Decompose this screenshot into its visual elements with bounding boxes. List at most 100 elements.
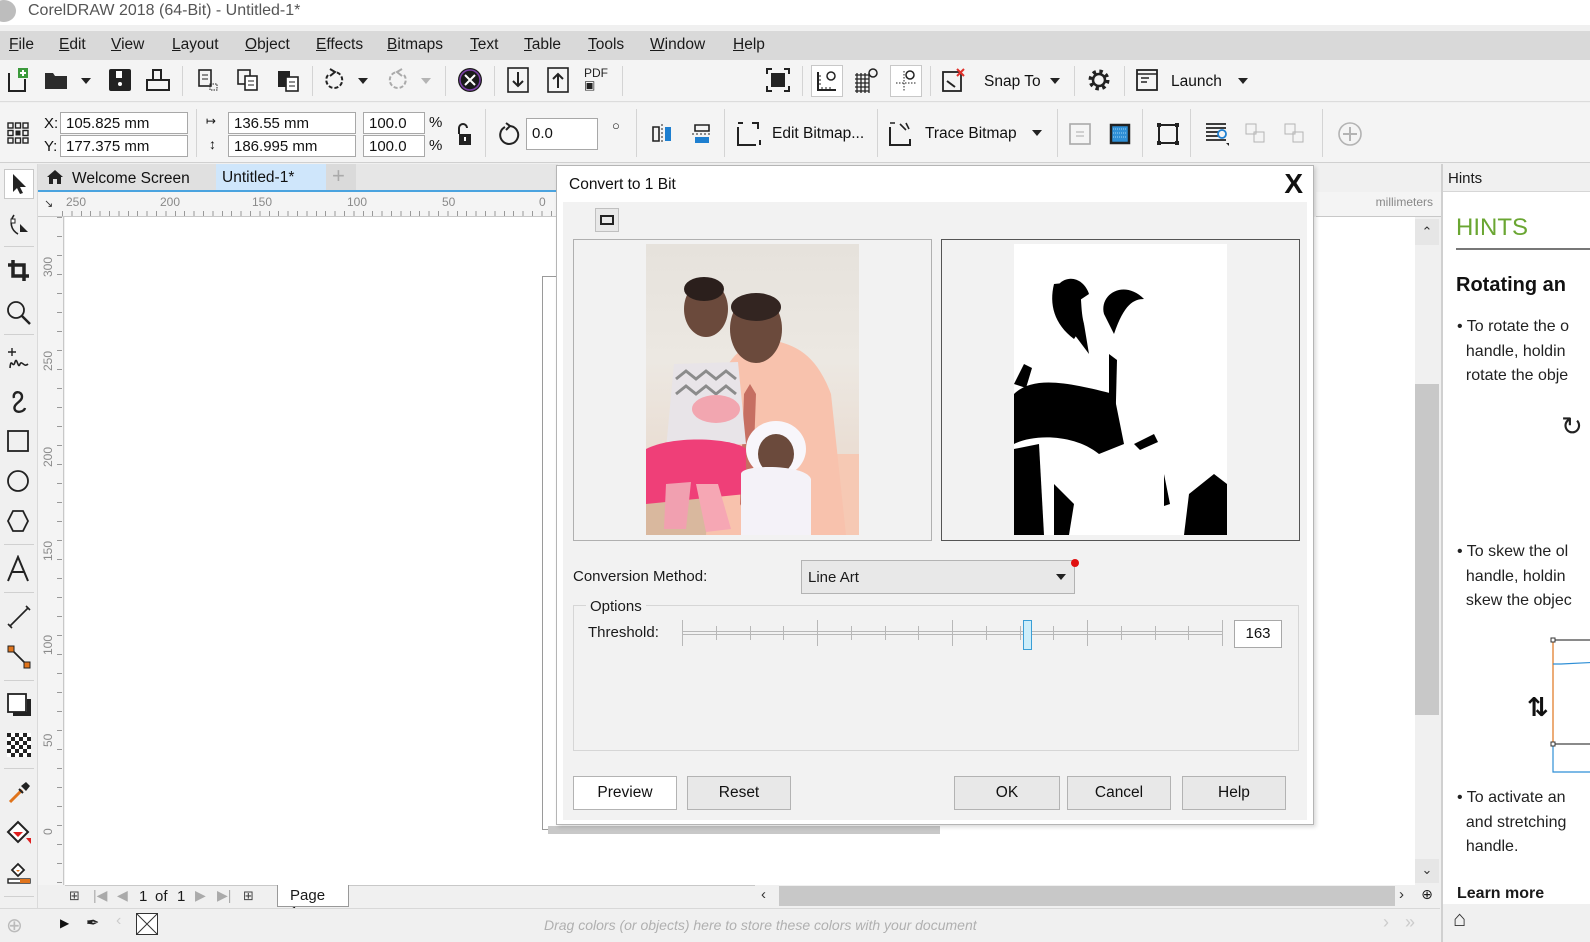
- snap-to-button[interactable]: Snap To: [984, 73, 1041, 91]
- height-input[interactable]: 186.995 mm: [228, 135, 356, 157]
- search-content-icon[interactable]: [456, 66, 484, 94]
- open-recent-dropdown-icon[interactable]: [81, 78, 91, 84]
- reset-button[interactable]: Reset: [687, 776, 791, 810]
- ellipse-tool[interactable]: [4, 466, 34, 496]
- ok-button[interactable]: OK: [954, 776, 1060, 810]
- prev-page-icon[interactable]: ◀: [117, 887, 128, 904]
- import-placeholder-icon[interactable]: [194, 66, 222, 94]
- new-document-icon[interactable]: [4, 66, 32, 94]
- menu-text[interactable]: Text: [470, 36, 498, 54]
- dialog-close-button[interactable]: X: [1284, 170, 1303, 198]
- show-rulers-toggle[interactable]: [811, 65, 843, 97]
- shape-tool[interactable]: [4, 210, 34, 240]
- copy-icon[interactable]: [234, 66, 262, 94]
- cancel-button[interactable]: Cancel: [1067, 776, 1171, 810]
- rectangle-tool[interactable]: [4, 426, 34, 456]
- show-guidelines-toggle[interactable]: [890, 65, 922, 97]
- undo-dropdown-icon[interactable]: [358, 78, 368, 84]
- vertical-scrollbar-thumb[interactable]: [1415, 384, 1439, 715]
- export-icon[interactable]: [544, 66, 572, 94]
- publish-pdf-button[interactable]: PDF ▣: [584, 67, 608, 91]
- add-palette-icon[interactable]: ⊕: [6, 913, 23, 938]
- undo-icon[interactable]: [320, 66, 348, 94]
- horizontal-scrollbar-thumb[interactable]: [779, 886, 1395, 906]
- trace-bitmap-icon[interactable]: [888, 120, 916, 148]
- snap-to-dropdown-icon[interactable]: [1050, 78, 1060, 84]
- preview-button[interactable]: Preview: [573, 776, 677, 810]
- color-eyedropper-tool[interactable]: [4, 778, 34, 808]
- add-page-before-icon[interactable]: ⊞: [69, 888, 80, 904]
- threshold-slider[interactable]: [682, 618, 1223, 650]
- page-tab[interactable]: Page 1: [277, 885, 349, 921]
- no-color-swatch[interactable]: [136, 913, 158, 935]
- horizontal-scrollbar[interactable]: ‹ ›: [757, 885, 1415, 907]
- connector-tool[interactable]: [4, 642, 34, 672]
- palette-flyout-icon[interactable]: ▶: [60, 916, 69, 930]
- options-gear-icon[interactable]: [1085, 66, 1113, 94]
- to-back-icon[interactable]: [1281, 120, 1309, 148]
- print-icon[interactable]: [144, 66, 172, 94]
- width-input[interactable]: 136.55 mm: [228, 112, 356, 134]
- wrap-text-icon[interactable]: [1203, 120, 1231, 148]
- crop-tool[interactable]: [4, 256, 34, 286]
- hints-home-icon[interactable]: ⌂: [1453, 906, 1466, 932]
- to-front-icon[interactable]: [1242, 120, 1270, 148]
- conversion-method-dropdown[interactable]: Line Art: [801, 560, 1075, 594]
- scroll-left-button[interactable]: ‹: [761, 886, 766, 903]
- snap-off-icon[interactable]: [940, 66, 968, 94]
- help-button[interactable]: Help: [1182, 776, 1286, 810]
- resample-icon[interactable]: [1066, 120, 1094, 148]
- interactive-fill-tool[interactable]: [4, 818, 34, 848]
- menu-file[interactable]: File: [9, 36, 34, 54]
- pick-tool[interactable]: [4, 169, 34, 199]
- open-folder-icon[interactable]: [42, 66, 70, 94]
- vertical-scrollbar[interactable]: ⌃ ⌄: [1415, 217, 1439, 885]
- tab-untitled-1[interactable]: Untitled-1*: [216, 164, 326, 190]
- rotation-angle-input[interactable]: 0.0: [526, 118, 598, 150]
- crop-bitmap-icon[interactable]: [1106, 120, 1134, 148]
- result-preview-pane[interactable]: [941, 239, 1300, 541]
- menu-view[interactable]: View: [111, 36, 144, 54]
- artistic-media-tool[interactable]: [4, 386, 34, 416]
- show-grid-icon[interactable]: [852, 66, 880, 94]
- y-position-input[interactable]: 177.375 mm: [60, 135, 188, 157]
- x-position-input[interactable]: 105.825 mm: [60, 112, 188, 134]
- lock-ratio-icon[interactable]: [450, 121, 478, 149]
- zoom-tool[interactable]: [4, 298, 34, 328]
- dimension-tool[interactable]: [4, 602, 34, 632]
- polygon-tool[interactable]: [4, 506, 34, 536]
- menu-effects[interactable]: Effects: [316, 36, 363, 54]
- trace-bitmap-dropdown-icon[interactable]: [1032, 130, 1042, 136]
- bitmap-frame-icon[interactable]: [1154, 120, 1182, 148]
- scroll-down-button[interactable]: ⌄: [1415, 859, 1439, 883]
- palette-scroll-end-icon[interactable]: »: [1405, 912, 1415, 933]
- launch-button[interactable]: Launch: [1171, 73, 1222, 91]
- redo-icon[interactable]: [384, 66, 412, 94]
- last-page-icon[interactable]: ▶|: [217, 887, 231, 904]
- trace-bitmap-button[interactable]: Trace Bitmap: [925, 125, 1017, 143]
- new-tab-button[interactable]: +: [326, 164, 356, 190]
- launch-app-icon[interactable]: [1133, 66, 1161, 94]
- next-page-icon[interactable]: ▶: [195, 887, 206, 904]
- threshold-value-input[interactable]: 163: [1234, 620, 1282, 648]
- first-page-icon[interactable]: |◀: [93, 887, 107, 904]
- scroll-right-button[interactable]: ›: [1399, 886, 1404, 903]
- save-icon[interactable]: [106, 66, 134, 94]
- edit-bitmap-button[interactable]: Edit Bitmap...: [772, 125, 864, 143]
- add-page-after-icon[interactable]: ⊞: [243, 888, 254, 904]
- ruler-origin-icon[interactable]: ↘: [44, 197, 53, 210]
- palette-scroll-right-icon[interactable]: ›: [1383, 912, 1389, 933]
- menu-tools[interactable]: Tools: [588, 36, 624, 54]
- smart-fill-tool[interactable]: [4, 858, 34, 888]
- menu-object[interactable]: Object: [245, 36, 290, 54]
- menu-bitmaps[interactable]: Bitmaps: [387, 36, 443, 54]
- text-tool[interactable]: [4, 554, 34, 584]
- full-screen-preview-icon[interactable]: [764, 66, 792, 94]
- zoom-navigator-icon[interactable]: ⊕: [1416, 886, 1438, 906]
- menu-layout[interactable]: Layout: [172, 36, 219, 54]
- object-origin-icon[interactable]: [4, 119, 32, 147]
- scale-height-input[interactable]: 100.0: [363, 135, 425, 157]
- freehand-tool[interactable]: [4, 344, 34, 374]
- preview-window-toggle[interactable]: [595, 208, 619, 232]
- learn-more-link[interactable]: Learn more: [1457, 885, 1544, 903]
